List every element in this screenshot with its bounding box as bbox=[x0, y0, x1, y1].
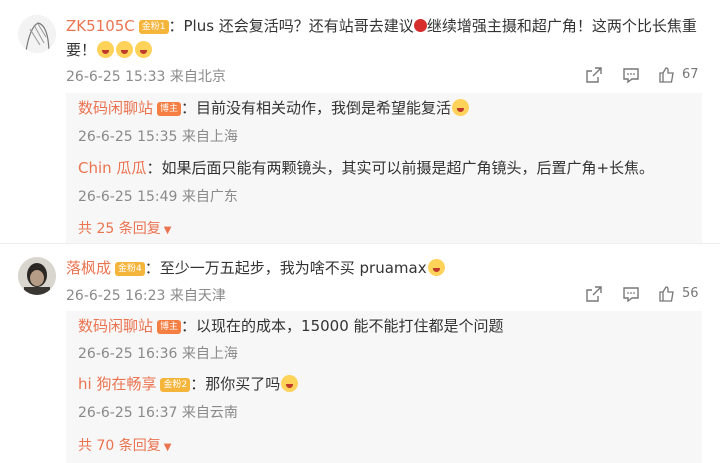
blogger-badge: 博主 bbox=[157, 320, 182, 334]
comment-text-part: ：Plus 还会复活吗？还有站哥去建议 bbox=[168, 17, 414, 35]
comment-button[interactable] bbox=[622, 286, 640, 303]
comment-button[interactable] bbox=[622, 67, 640, 84]
fan-badge: 金粉4 bbox=[115, 262, 145, 276]
reply-time: 26-6-25 15:49 来自广东 bbox=[78, 189, 238, 205]
share-button[interactable] bbox=[585, 285, 603, 303]
tongue-emoji-icon bbox=[97, 41, 115, 58]
reply-username[interactable]: hi 狗在畅享 bbox=[78, 375, 156, 393]
avatar[interactable] bbox=[18, 257, 56, 295]
avatar[interactable] bbox=[18, 15, 56, 53]
comment-text-part: ：至少一万五起步，我为啥不买 pruamax bbox=[144, 259, 427, 277]
username[interactable]: ZK5105C bbox=[66, 17, 135, 35]
comment-text: 落枫成 金粉4 ：至少一万五起步，我为啥不买 pruamax bbox=[66, 256, 706, 280]
thumbs-up-icon bbox=[659, 67, 674, 83]
tongue-emoji-icon bbox=[452, 99, 470, 116]
tongue-emoji-icon bbox=[116, 41, 134, 58]
reply-time: 26-6-25 16:36 来自上海 bbox=[78, 346, 238, 362]
like-count: 56 bbox=[682, 286, 699, 301]
fan-badge: 金粉2 bbox=[160, 378, 191, 392]
comment-time: 26-6-25 15:33 来自北京 bbox=[66, 69, 226, 85]
reply-item: Chin 瓜瓜：如果后面只能有两颗镜头，其实可以前摄是超广角镜头，后置广角+长焦… bbox=[78, 156, 698, 180]
reply-text: ：目前没有相关动作，我倒是希望能复活 bbox=[181, 99, 452, 117]
view-more-replies-link[interactable]: 共 70 条回复 ▼ bbox=[78, 435, 171, 455]
view-more-replies-link[interactable]: 共 25 条回复 ▼ bbox=[78, 218, 171, 238]
like-count: 67 bbox=[682, 67, 699, 82]
comment-time: 26-6-25 16:23 来自天津 bbox=[66, 288, 226, 304]
reply-username[interactable]: 数码闲聊站 bbox=[78, 317, 153, 335]
like-button[interactable]: 56 bbox=[658, 285, 699, 302]
comment-text-part: 要！ bbox=[66, 41, 97, 59]
share-icon bbox=[586, 286, 602, 302]
blogger-badge: 博主 bbox=[157, 102, 182, 116]
username[interactable]: 落枫成 bbox=[66, 259, 111, 277]
reply-text: ：如果后面只能有两颗镜头，其实可以前摄是超广角镜头，后置广角+长焦。 bbox=[146, 159, 655, 177]
share-icon bbox=[586, 67, 602, 83]
reply-text: ：以现在的成本，15000 能不能打住都是个问题 bbox=[181, 317, 504, 335]
divider bbox=[0, 243, 720, 244]
apple-emoji-icon bbox=[413, 19, 427, 32]
reply-username[interactable]: Chin 瓜瓜 bbox=[78, 159, 146, 177]
chevron-down-icon: ▼ bbox=[163, 442, 172, 453]
reply-item: hi 狗在畅享 金粉2 ：那你买了吗 bbox=[78, 372, 698, 396]
reply-item: 数码闲聊站 博主 ：目前没有相关动作，我倒是希望能复活 bbox=[78, 96, 698, 120]
cat-emoji-icon bbox=[427, 259, 445, 276]
reply-time: 26-6-25 15:35 来自上海 bbox=[78, 129, 238, 145]
laughing-emoji-icon bbox=[281, 375, 299, 392]
comment-text: ZK5105C 金粉1 ：Plus 还会复活吗？还有站哥去建议 继续增强主摄和超广角！… bbox=[66, 14, 706, 38]
chevron-down-icon: ▼ bbox=[163, 225, 172, 236]
reply-username[interactable]: 数码闲聊站 bbox=[78, 99, 153, 117]
thumbs-up-icon bbox=[659, 286, 674, 302]
fan-badge: 金粉1 bbox=[138, 20, 169, 34]
reply-text: ：那你买了吗 bbox=[190, 375, 281, 393]
reply-time: 26-6-25 16:37 来自云南 bbox=[78, 405, 238, 421]
share-button[interactable] bbox=[585, 66, 603, 84]
comment-body: ZK5105C 金粉1 ：Plus 还会复活吗？还有站哥去建议 继续增强主摄和超广角！… bbox=[66, 14, 706, 62]
like-button[interactable]: 67 bbox=[658, 66, 699, 83]
comment-icon bbox=[623, 68, 639, 84]
tongue-emoji-icon bbox=[135, 41, 153, 58]
comment-text-part: 继续增强主摄和超广角！这两个比长焦重 bbox=[426, 17, 697, 35]
comment-icon bbox=[623, 287, 639, 303]
reply-item: 数码闲聊站 博主 ：以现在的成本，15000 能不能打住都是个问题 bbox=[78, 314, 698, 338]
